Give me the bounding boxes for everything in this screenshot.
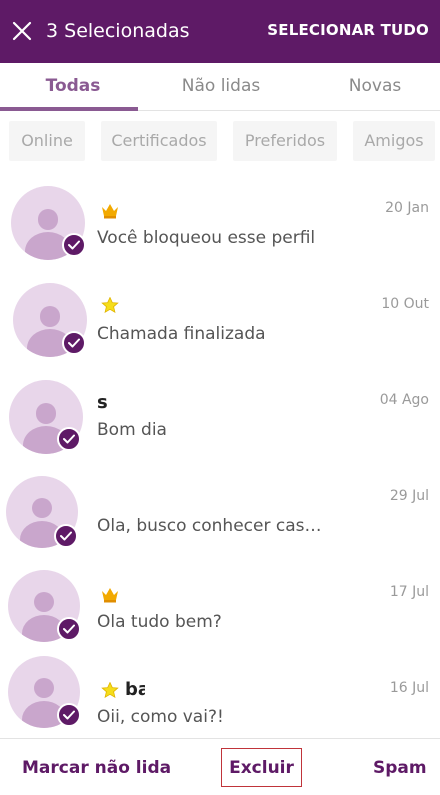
- last-message: Oii, como vai?!: [97, 707, 224, 727]
- close-selection-button[interactable]: [8, 16, 36, 46]
- delete-button[interactable]: Excluir: [221, 748, 302, 787]
- crown-icon: [102, 204, 118, 219]
- conversation-item[interactable]: 10 Out Chamada finalizada: [0, 283, 440, 363]
- filter-amigos[interactable]: Amigos: [353, 121, 435, 161]
- conversation-item[interactable]: 17 Jul Ola tudo bem?: [0, 570, 440, 650]
- tab-nao-lidas[interactable]: Não lidas: [148, 63, 294, 110]
- conversation-item[interactable]: 20 Jan Você bloqueou esse perfil: [0, 186, 440, 266]
- contact-name: s: [97, 392, 108, 413]
- filter-preferidos[interactable]: Preferidos: [233, 121, 337, 161]
- crown-icon: [102, 588, 118, 603]
- selected-count: 3 Selecionadas: [46, 20, 190, 42]
- conversation-date: 17 Jul: [389, 584, 429, 600]
- last-message: Você bloqueou esse perfil: [97, 228, 316, 248]
- selection-actions-bar: Marcar não lida Excluir Spam: [0, 738, 440, 795]
- conversation-date: 04 Ago: [379, 392, 429, 408]
- conversation-item[interactable]: s 04 Ago Bom dia: [0, 380, 440, 460]
- conversation-item[interactable]: ba 16 Jul Oii, como vai?!: [0, 656, 440, 732]
- tab-novas[interactable]: Novas: [302, 63, 440, 110]
- star-icon: [101, 682, 119, 698]
- last-message: Ola tudo bem?: [97, 612, 222, 632]
- spam-button[interactable]: Spam: [373, 758, 427, 778]
- selected-check-icon: [62, 233, 86, 257]
- conversation-date: 10 Out: [381, 296, 429, 312]
- tab-todas[interactable]: Todas: [0, 63, 146, 110]
- selected-check-icon: [57, 427, 81, 451]
- last-message: Chamada finalizada: [97, 324, 266, 344]
- selected-check-icon: [62, 331, 86, 355]
- conversation-date: 29 Jul: [389, 488, 429, 504]
- conversation-date: 20 Jan: [385, 200, 429, 216]
- conversation-date: 16 Jul: [389, 680, 429, 696]
- filter-certificados[interactable]: Certificados: [101, 121, 217, 161]
- selected-check-icon: [57, 703, 81, 727]
- select-all-button[interactable]: SELECIONAR TUDO: [267, 21, 429, 39]
- selection-toolbar: 3 Selecionadas SELECIONAR TUDO: [0, 0, 440, 63]
- star-icon: [101, 297, 119, 313]
- contact-name: ba: [125, 679, 145, 700]
- last-message: Ola, busco conhecer casai…: [97, 516, 327, 536]
- mark-unread-button[interactable]: Marcar não lida: [22, 758, 171, 778]
- filter-online[interactable]: Online: [9, 121, 85, 161]
- last-message: Bom dia: [97, 420, 167, 440]
- filter-chips: Online Certificados Preferidos Amigos: [0, 121, 440, 161]
- active-tab-indicator: [0, 107, 138, 111]
- conversation-item[interactable]: 29 Jul Ola, busco conhecer casai…: [0, 476, 440, 556]
- close-icon: [12, 21, 32, 41]
- selected-check-icon: [57, 617, 81, 641]
- conversation-tabs: Todas Não lidas Novas: [0, 63, 440, 111]
- selected-check-icon: [54, 524, 78, 548]
